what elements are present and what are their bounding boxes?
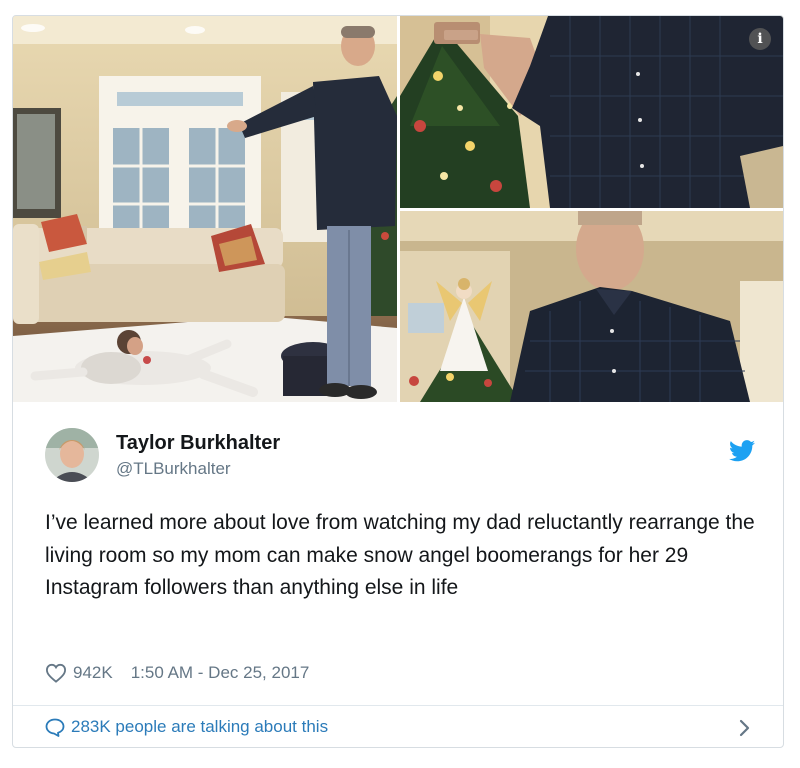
tweet-meta: 942K 1:50 AM - Dec 25, 2017 <box>45 660 309 686</box>
talking-about-link[interactable]: 283K people are talking about this <box>13 706 783 747</box>
twitter-bird-icon[interactable] <box>729 440 755 462</box>
user-avatar-icon <box>45 428 99 482</box>
tweet-timestamp[interactable]: 1:50 AM - Dec 25, 2017 <box>131 663 310 683</box>
photo-living-room[interactable] <box>13 16 397 402</box>
photo-dad-with-angel[interactable] <box>400 211 783 402</box>
speech-bubble-icon <box>45 718 65 737</box>
like-count[interactable]: 942K <box>73 663 113 683</box>
author-display-name[interactable]: Taylor Burkhalter <box>116 432 280 455</box>
tweet-body: Taylor Burkhalter @TLBurkhalter I’ve lea… <box>13 402 783 747</box>
author-avatar[interactable] <box>45 428 99 482</box>
chevron-right-icon <box>739 719 750 737</box>
author-handle[interactable]: @TLBurkhalter <box>116 459 231 479</box>
media-info-icon[interactable]: i <box>749 28 771 50</box>
tweet-media-grid: i <box>13 16 783 402</box>
heart-icon[interactable] <box>45 663 67 683</box>
photo-dad-holding-phone[interactable]: i <box>400 16 783 208</box>
talking-about-text: 283K people are talking about this <box>71 717 329 736</box>
tweet-card: i Taylor Burkhalter @TLBurkhalter I’ve l… <box>12 15 784 748</box>
tweet-text: I’ve learned more about love from watchi… <box>45 511 755 599</box>
